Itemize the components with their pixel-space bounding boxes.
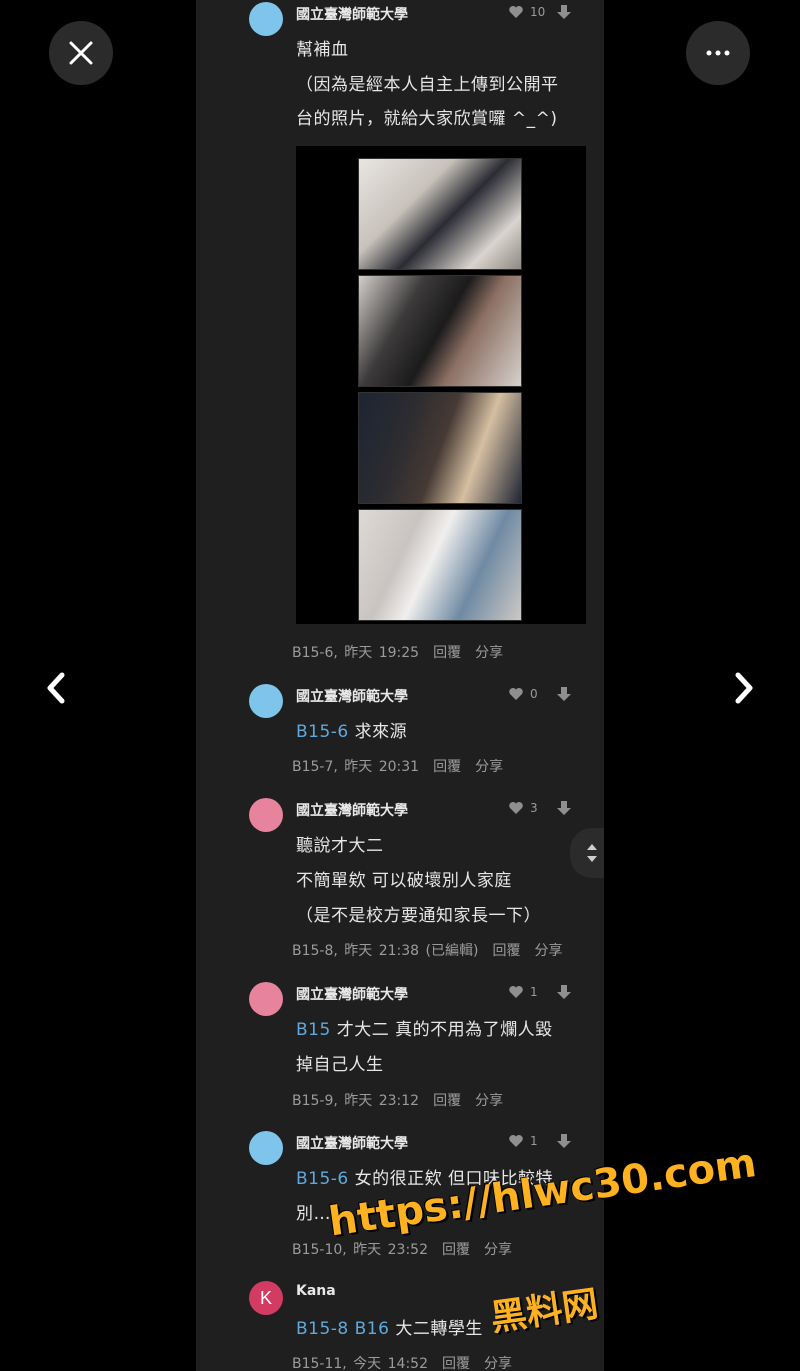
comment-timestamp: B15-11, 今天 14:52 [292,1356,428,1371]
previous-button[interactable] [36,668,76,708]
heart-icon [509,802,523,814]
chevron-down-icon [587,856,597,862]
share-button[interactable]: 分享 [484,1242,512,1258]
downvote-icon[interactable] [556,800,572,816]
comment-meta: B15-6, 昨天 19:25 回覆 分享 [292,642,517,662]
comment-author[interactable]: 國立臺灣師範大學 [296,800,408,820]
reply-button[interactable]: 回覆 [442,1242,470,1258]
like-count: 0 [530,687,538,701]
comment-meta: B15-11, 今天 14:52 回覆 分享 [292,1353,526,1371]
comment-text: B15-8 B16 大二轉學生 [296,1319,483,1339]
like-count: 1 [530,985,538,999]
photo [358,275,522,387]
comment-meta: B15-8, 昨天 21:38 (已編輯) 回覆 分享 [292,940,576,960]
like-count: 3 [530,801,538,815]
comment-author[interactable]: 國立臺灣師範大學 [296,686,408,706]
downvote-icon[interactable] [556,984,572,1000]
chevron-up-icon [587,844,597,850]
comment-text: （因為是經本人自主上傳到公開平 [296,75,559,95]
comment-text: （是不是校方要通知家長一下） [296,906,541,926]
more-dots-icon [706,50,730,56]
downvote-icon[interactable] [556,1133,572,1149]
reply-reference-link[interactable]: B15-6 [296,722,349,742]
close-button[interactable] [49,21,113,85]
comment-text: B15 才大二 真的不用為了爛人毀 [296,1020,553,1040]
comment-timestamp: B15-10, 昨天 23:52 [292,1242,428,1258]
comment-timestamp: B15-9, 昨天 23:12 [292,1093,420,1109]
photo-strip-image[interactable] [296,146,586,624]
share-button[interactable]: 分享 [475,759,503,775]
like-button[interactable]: 10 [508,5,545,19]
avatar[interactable]: K [249,1281,283,1315]
chevron-left-icon [47,672,65,704]
comment-timestamp: B15-6, 昨天 19:25 [292,645,420,661]
like-button[interactable]: 3 [508,801,538,815]
photo [358,509,522,621]
comment-text: 掉自己人生 [296,1055,384,1075]
avatar[interactable] [249,1131,283,1165]
scroll-handle[interactable] [570,828,604,878]
comment-text: 台的照片，就給大家欣賞囉 ^_^) [296,109,558,129]
avatar[interactable] [249,684,283,718]
share-button[interactable]: 分享 [475,1093,503,1109]
comment-meta: B15-9, 昨天 23:12 回覆 分享 [292,1090,517,1110]
comment-timestamp: B15-8, 昨天 21:38 (已編輯) [292,943,479,959]
heart-icon [509,688,523,700]
heart-icon [509,986,523,998]
more-options-button[interactable] [686,21,750,85]
chevron-right-icon [735,672,753,704]
share-button[interactable]: 分享 [534,943,562,959]
share-button[interactable]: 分享 [475,645,503,661]
comment-author[interactable]: 國立臺灣師範大學 [296,984,408,1004]
like-button[interactable]: 1 [508,985,538,999]
comment-author[interactable]: Kana [296,1283,336,1299]
photo [358,158,522,270]
comment-meta: B15-7, 昨天 20:31 回覆 分享 [292,756,517,776]
comment-timestamp: B15-7, 昨天 20:31 [292,759,420,775]
reply-reference-link[interactable]: B15 [296,1020,331,1040]
reply-reference-link[interactable]: B15-6 [296,1169,349,1189]
comment-author[interactable]: 國立臺灣師範大學 [296,4,408,24]
reply-button[interactable]: 回覆 [433,1093,461,1109]
avatar[interactable] [249,2,283,36]
reply-button[interactable]: 回覆 [433,759,461,775]
comment-text: 聽說才大二 [296,836,384,856]
heart-icon [509,6,523,18]
downvote-icon[interactable] [556,4,572,20]
comment-thread[interactable]: 國立臺灣師範大學 10 幫補血 （因為是經本人自主上傳到公開平 台的照片，就給大… [196,0,604,1371]
comment-author[interactable]: 國立臺灣師範大學 [296,1133,408,1153]
reply-button[interactable]: 回覆 [492,943,520,959]
reply-button[interactable]: 回覆 [433,645,461,661]
avatar[interactable] [249,798,283,832]
reply-button[interactable]: 回覆 [442,1356,470,1371]
photo [358,392,522,504]
like-button[interactable]: 0 [508,687,538,701]
downvote-icon[interactable] [556,686,572,702]
like-button[interactable]: 1 [508,1134,538,1148]
comment-text: B15-6 求來源 [296,722,408,742]
reply-reference-link[interactable]: B15-8 B16 [296,1319,389,1339]
close-icon [69,41,93,65]
like-count: 1 [530,1134,538,1148]
comment-text: 幫補血 [296,40,349,60]
next-button[interactable] [724,668,764,708]
comment-text: 不簡單欸 可以破壞別人家庭 [296,871,512,891]
share-button[interactable]: 分享 [484,1356,512,1371]
heart-icon [509,1135,523,1147]
like-count: 10 [530,5,546,19]
avatar[interactable] [249,982,283,1016]
comment-meta: B15-10, 昨天 23:52 回覆 分享 [292,1239,526,1259]
